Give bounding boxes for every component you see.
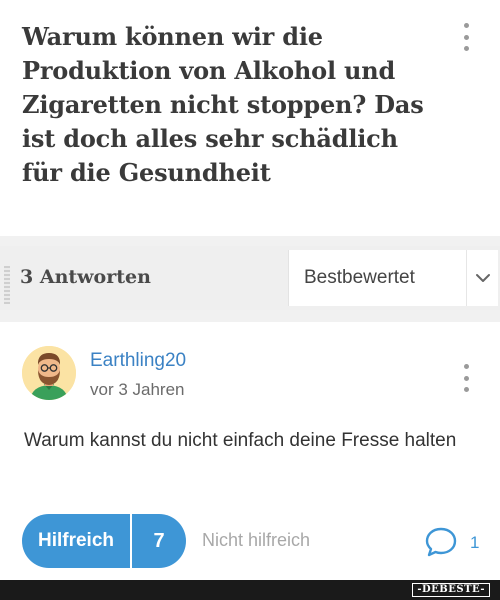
sort-selected-value: Bestbewertet — [304, 267, 415, 288]
avatar[interactable] — [22, 346, 76, 400]
helpful-button[interactable]: Hilfreich 7 — [22, 514, 186, 568]
answer-more-icon[interactable] — [456, 360, 476, 396]
bearded-man-avatar-icon — [22, 346, 76, 400]
comment-count: 1 — [470, 533, 480, 552]
question-more-icon[interactable] — [456, 19, 476, 55]
chevron-down-icon[interactable] — [467, 273, 498, 283]
comment-bubble-icon[interactable] — [424, 526, 458, 558]
helpful-label: Hilfreich — [37, 530, 115, 551]
author-name-link[interactable]: Earthling20 — [90, 350, 186, 372]
section-marker — [4, 266, 10, 304]
helpful-count: 7 — [153, 529, 165, 552]
sort-dropdown[interactable]: Bestbewertet — [288, 250, 498, 306]
answers-count: 3 Antworten — [20, 266, 151, 288]
post-timestamp: vor 3 Jahren — [90, 380, 185, 399]
watermark-logo: -DEBESTE- — [412, 583, 490, 597]
not-helpful-button[interactable]: Nicht hilfreich — [202, 530, 310, 551]
answer-text: Warum kannst du nicht einfach deine Fres… — [24, 430, 457, 451]
question-title: Warum können wir die Produktion von Alko… — [22, 22, 424, 187]
